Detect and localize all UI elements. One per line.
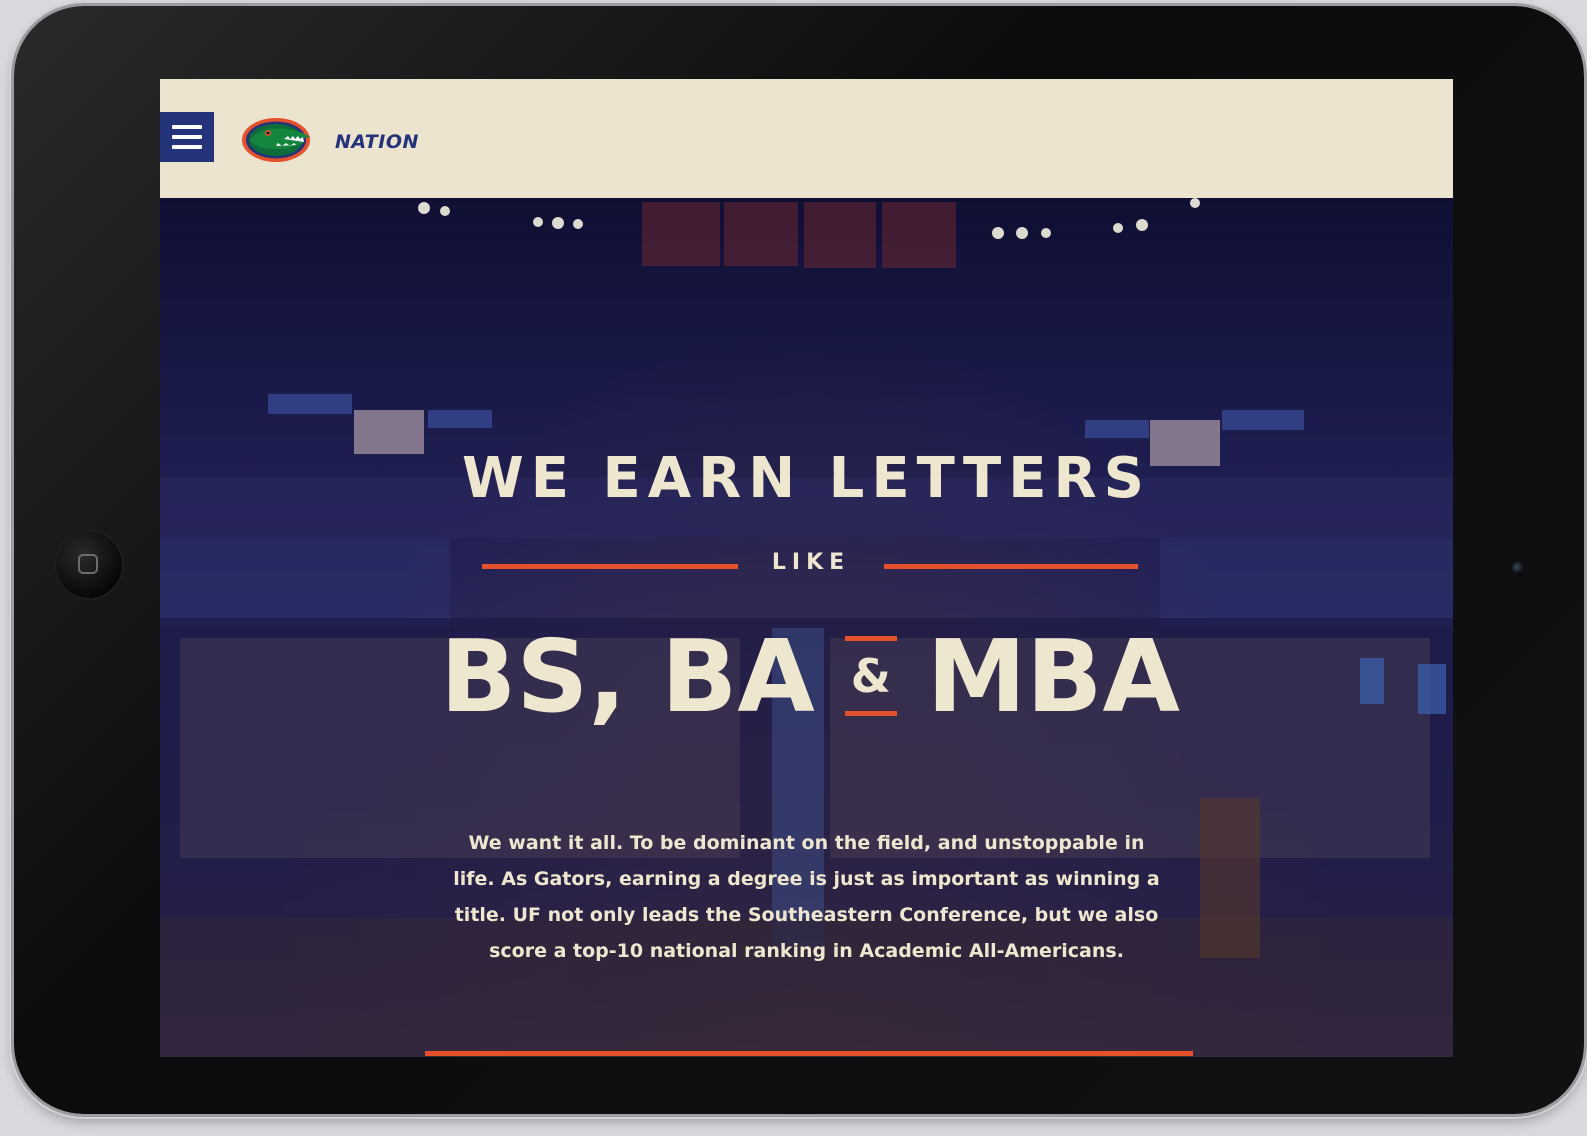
ampersand-block: &	[844, 636, 897, 716]
home-square-icon	[78, 554, 98, 574]
tablet-screen: NATION WE EARN LETTERS LIKE BS, BA & MBA…	[160, 79, 1453, 1057]
divider-rule-left	[482, 564, 738, 569]
like-label: LIKE	[771, 550, 851, 575]
degrees-heading: BS, BA & MBA	[420, 616, 1200, 736]
ampersand: &	[850, 649, 891, 703]
menu-line	[172, 125, 202, 129]
brand-wordmark[interactable]: NATION	[335, 131, 419, 153]
hero-headline: WE EARN LETTERS	[462, 446, 1151, 511]
hero-slide: WE EARN LETTERS LIKE BS, BA & MBA We wan…	[160, 198, 1453, 1057]
degrees-first: BS, BA	[440, 617, 815, 735]
ampersand-bar-bottom	[844, 711, 897, 716]
gator-logo-icon[interactable]	[240, 115, 316, 165]
menu-line	[172, 145, 202, 149]
front-camera	[1512, 562, 1524, 574]
hero-body-text: We want it all. To be dominant on the fi…	[453, 832, 1160, 962]
menu-line	[172, 135, 202, 139]
divider-rule-right	[884, 564, 1138, 569]
home-button[interactable]	[54, 530, 124, 600]
site-header: NATION	[160, 79, 1453, 198]
ampersand-bar-top	[844, 636, 897, 641]
like-divider: LIKE	[482, 550, 1138, 580]
degrees-last: MBA	[926, 617, 1180, 735]
hamburger-menu-button[interactable]	[160, 112, 214, 162]
tablet-device-frame: NATION WE EARN LETTERS LIKE BS, BA & MBA…	[14, 6, 1584, 1114]
bottom-divider-rule	[425, 1051, 1193, 1056]
